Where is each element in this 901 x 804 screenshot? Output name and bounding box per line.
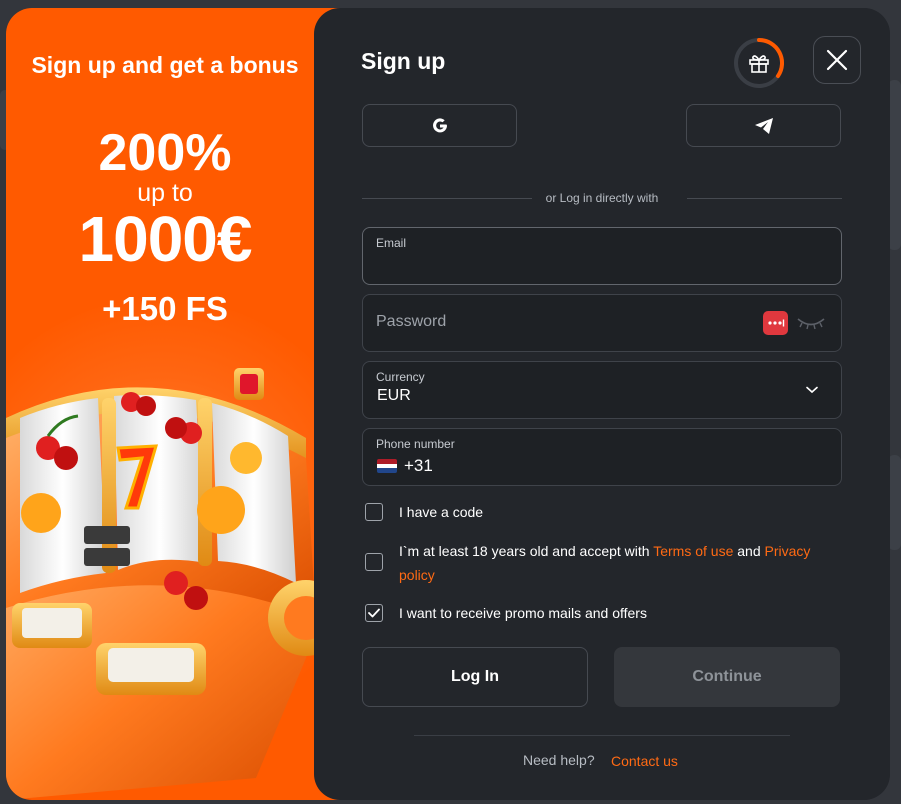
footer-divider [414,735,790,736]
telegram-signup-button[interactable] [686,104,841,147]
age-terms-checkbox[interactable] [365,553,383,571]
phone-field[interactable]: Phone number +31 [362,428,842,486]
age-terms-label: I`m at least 18 years old and accept wit… [399,539,819,587]
need-help-text: Need help? [523,752,595,768]
email-label: Email [376,236,407,250]
contact-us-link[interactable]: Contact us [611,753,678,769]
bonus-percent: 200% [98,124,232,182]
phone-country-code: +31 [404,456,433,475]
password-dots [767,319,784,327]
currency-label: Currency [376,370,425,384]
terms-of-use-link[interactable]: Terms of use [653,543,733,559]
signup-form-panel: Sign up or Log in directly with Email Cu… [314,8,890,800]
bonus-progress-gift-button[interactable] [732,36,786,90]
currency-value: EUR [377,387,411,404]
password-key-icon[interactable] [763,311,788,335]
chevron-down-icon [806,386,818,394]
slot-machine-illustration [6,368,344,800]
free-spins: +150 FS [102,290,228,327]
google-signup-button[interactable] [362,104,517,147]
age-terms-and: and [733,543,765,559]
google-icon [432,117,447,132]
email-field[interactable]: Email [362,227,842,285]
bonus-amount: 1000€ [78,203,253,275]
netherlands-flag-icon[interactable] [377,459,397,473]
close-icon [826,49,848,71]
promo-mails-checkbox[interactable] [365,604,383,622]
gift-icon [749,55,769,73]
eye-closed-icon[interactable] [796,314,826,332]
form-title: Sign up [361,48,446,74]
checkmark-icon [368,608,380,618]
email-input[interactable] [376,254,816,272]
telegram-icon [754,117,773,134]
continue-button[interactable]: Continue [614,647,840,707]
close-button[interactable] [813,36,861,84]
bonus-promo-panel: Sign up and get a bonus 200% up to 1000€… [6,8,346,800]
phone-label: Phone number [376,437,455,451]
promo-title: Sign up and get a bonus [31,52,299,78]
divider-line-right [687,198,842,199]
age-terms-text: I`m at least 18 years old and accept wit… [399,543,654,559]
password-field[interactable] [362,294,842,352]
have-code-label: I have a code [399,504,484,520]
signup-modal: Sign up and get a bonus 200% up to 1000€… [6,8,890,800]
password-input[interactable] [376,313,736,331]
have-code-checkbox[interactable] [365,503,383,521]
login-button[interactable]: Log In [362,647,588,707]
currency-select[interactable]: Currency EUR [362,361,842,419]
promo-mails-label: I want to receive promo mails and offers [399,605,647,621]
